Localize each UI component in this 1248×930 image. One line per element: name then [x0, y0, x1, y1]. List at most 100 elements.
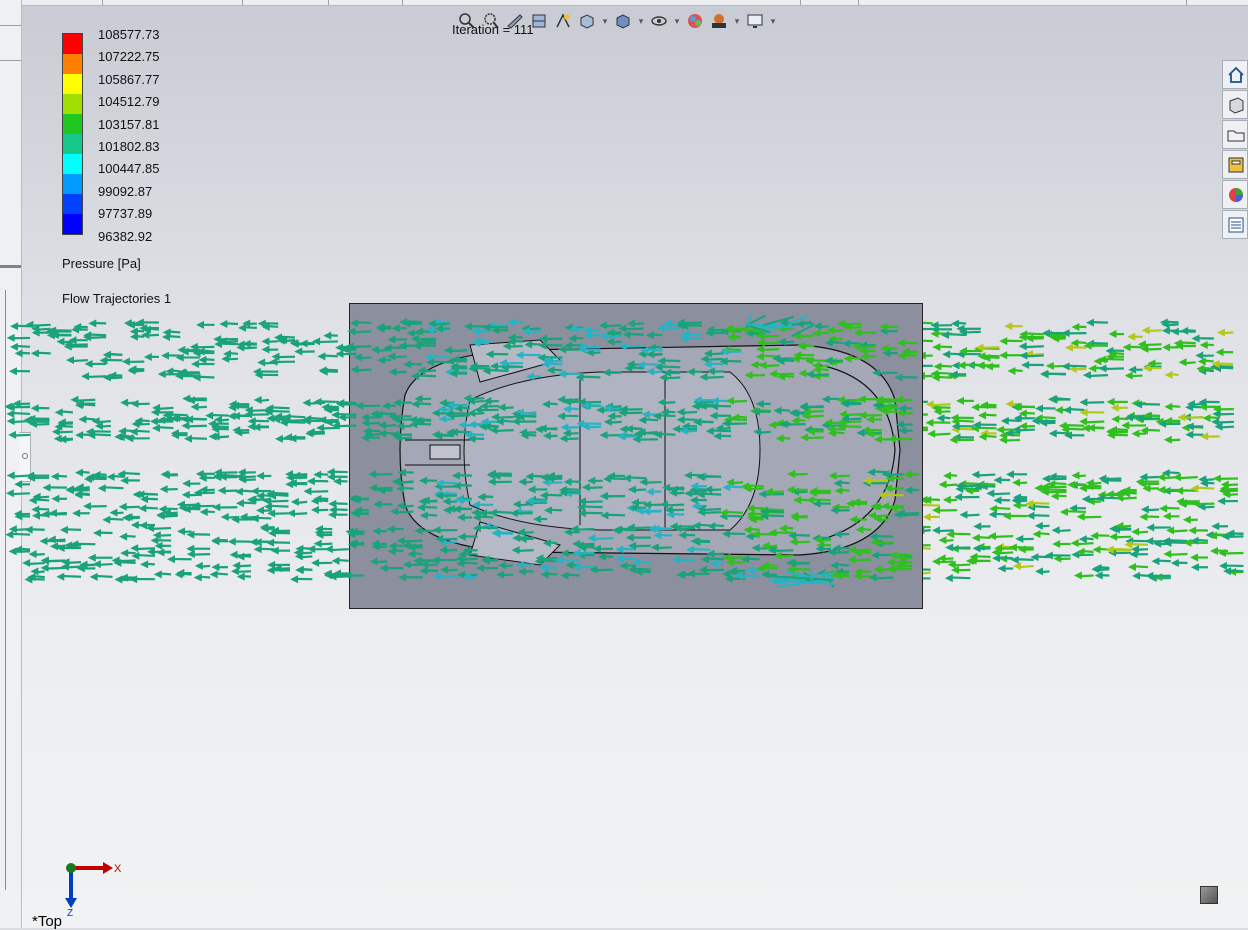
flow-arrow [726, 352, 741, 353]
apply-scene-icon[interactable] [708, 10, 730, 32]
flow-arrow [1080, 576, 1094, 577]
flow-arrow-head [1052, 540, 1060, 548]
home-icon[interactable] [1222, 60, 1248, 89]
flow-arrow-head [1200, 341, 1208, 349]
flow-arrow-head [182, 395, 190, 403]
flow-arrow-head [933, 363, 941, 371]
previous-view-icon[interactable] [504, 10, 526, 32]
flow-arrow-head [1203, 414, 1211, 422]
flow-arrow-head [51, 495, 59, 503]
flow-arrow [1217, 422, 1234, 423]
flow-arrow-head [83, 502, 91, 510]
custom-properties-icon[interactable] [1222, 210, 1248, 239]
flow-arrow-head [7, 334, 15, 342]
flow-arrow-head [1035, 522, 1043, 530]
flow-arrow-head [1021, 361, 1029, 369]
legend-color-swatch [63, 214, 82, 234]
flow-arrow [548, 361, 562, 362]
flow-arrow-head [986, 489, 994, 497]
flow-arrow-head [988, 532, 996, 540]
flow-arrow-head [156, 549, 164, 557]
flow-arrow [593, 538, 613, 539]
flow-arrow-head [219, 320, 227, 328]
chevron-down-icon[interactable]: ▾ [600, 16, 610, 27]
flow-arrow [844, 426, 862, 427]
chevron-down-icon[interactable]: ▾ [672, 16, 682, 27]
flow-arrow [260, 549, 275, 550]
flow-arrow-head [218, 487, 226, 495]
flow-arrow [108, 519, 123, 520]
zoom-to-area-icon[interactable] [480, 10, 502, 32]
flow-arrow [104, 487, 124, 488]
flow-arrow-head [939, 480, 947, 488]
appearances-icon[interactable] [1222, 180, 1248, 209]
flow-arrow [728, 557, 745, 558]
edit-appearance-icon[interactable] [684, 10, 706, 32]
flow-arrow [331, 549, 349, 550]
flow-arrow-head [1171, 559, 1179, 567]
folder-icon[interactable] [1222, 120, 1248, 149]
flow-arrow-head [317, 352, 325, 360]
dynamic-annotation-icon[interactable] [552, 10, 574, 32]
flow-arrow-head [993, 476, 1001, 484]
flow-arrow [833, 552, 849, 553]
flow-arrow-head [1001, 417, 1009, 425]
flow-arrow-head [331, 557, 339, 565]
flow-arrow-head [1151, 557, 1159, 565]
flow-arrow-head [1051, 492, 1059, 500]
flow-arrow-head [1183, 516, 1191, 524]
view-cube-icon[interactable] [1200, 886, 1218, 904]
flow-arrow [1169, 554, 1187, 555]
chevron-down-icon[interactable]: ▾ [636, 16, 646, 27]
flow-arrow-head [938, 536, 946, 544]
flow-arrow-head [10, 343, 18, 351]
flow-arrow-head [1052, 526, 1060, 534]
flow-arrow-head [210, 570, 218, 578]
flow-arrow-head [1141, 505, 1149, 513]
zoom-to-fit-icon[interactable] [456, 10, 478, 32]
section-view-icon[interactable] [528, 10, 550, 32]
flow-arrow [546, 476, 562, 477]
flow-arrow [1104, 368, 1124, 369]
flow-arrow [965, 332, 981, 333]
flow-arrow-head [1019, 352, 1027, 360]
flow-arrow [224, 491, 238, 492]
flow-arrow-head [75, 431, 83, 439]
legend-units-label: Pressure [Pa] [62, 256, 141, 271]
view-orientation-label: *Top [32, 913, 62, 930]
display-style-icon[interactable] [612, 10, 634, 32]
flow-arrow [666, 505, 684, 506]
flow-arrow-head [109, 509, 117, 517]
flow-arrow-head [31, 349, 39, 357]
flow-arrow-head [130, 327, 138, 335]
flow-arrow [274, 495, 288, 496]
flow-arrow-head [316, 424, 324, 432]
flow-arrow-head [1121, 421, 1129, 429]
view-orientation-icon[interactable] [576, 10, 598, 32]
hide-show-items-icon[interactable] [648, 10, 670, 32]
flow-arrow-head [31, 404, 39, 412]
flow-arrow [645, 482, 661, 483]
flow-arrow-head [1164, 436, 1172, 444]
chevron-down-icon[interactable]: ▾ [768, 16, 778, 27]
flow-arrow-head [138, 504, 146, 512]
flow-arrow [1129, 347, 1143, 348]
legend-value: 108577.73 [98, 28, 159, 42]
flow-arrow-head [150, 537, 158, 545]
flow-arrow-head [191, 360, 199, 368]
flow-arrow [257, 518, 272, 519]
flow-arrow-head [129, 575, 137, 583]
flow-arrow [994, 536, 1013, 537]
flow-arrow-head [161, 352, 169, 360]
flow-arrow [136, 548, 155, 549]
flow-arrow [683, 412, 697, 413]
view-palette-icon[interactable] [1222, 150, 1248, 179]
3d-parts-icon[interactable] [1222, 90, 1248, 119]
flow-arrow-head [1180, 327, 1188, 335]
flow-arrow-head [40, 537, 48, 545]
view-settings-icon[interactable] [744, 10, 766, 32]
flow-arrow [242, 348, 257, 349]
chevron-down-icon[interactable]: ▾ [732, 16, 742, 27]
flow-arrow-head [1109, 533, 1117, 541]
flow-arrow-head [31, 505, 39, 513]
